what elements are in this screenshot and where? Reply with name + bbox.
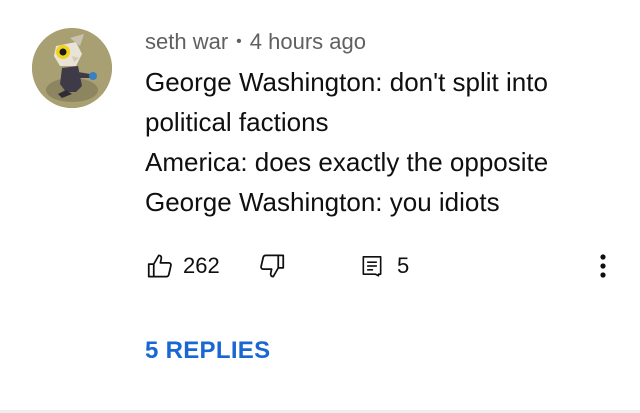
more-options-button[interactable] [595, 248, 611, 284]
comment-line: George Washington: don't split into [145, 67, 548, 97]
dislike-button[interactable] [257, 248, 287, 284]
more-vertical-icon [600, 254, 606, 278]
comment-actions: 262 5 [145, 248, 615, 284]
like-count: 262 [183, 253, 220, 278]
view-replies-link[interactable]: 5 REPLIES [145, 334, 270, 368]
thumbs-up-icon [147, 254, 172, 278]
meta-separator: • [236, 33, 242, 50]
author-name[interactable]: seth war [145, 29, 228, 55]
reply-button[interactable]: 5 [359, 248, 409, 284]
comment-text: George Washington: don't split into poli… [145, 62, 615, 222]
comment-line: America: does exactly the opposite [145, 147, 549, 177]
comment-card: seth war • 4 hours ago George Washington… [0, 0, 640, 413]
timestamp[interactable]: 4 hours ago [250, 29, 366, 55]
thumbs-down-icon [260, 254, 285, 278]
comment-reply-icon [362, 255, 382, 277]
comment-meta: seth war • 4 hours ago [145, 27, 366, 57]
avatar-image [32, 28, 112, 108]
reply-count: 5 [397, 253, 410, 278]
avatar[interactable] [32, 28, 112, 108]
comment-line: George Washington: you idiots [145, 187, 500, 217]
like-button[interactable]: 262 [145, 248, 220, 284]
comment-line: political factions [145, 107, 329, 137]
